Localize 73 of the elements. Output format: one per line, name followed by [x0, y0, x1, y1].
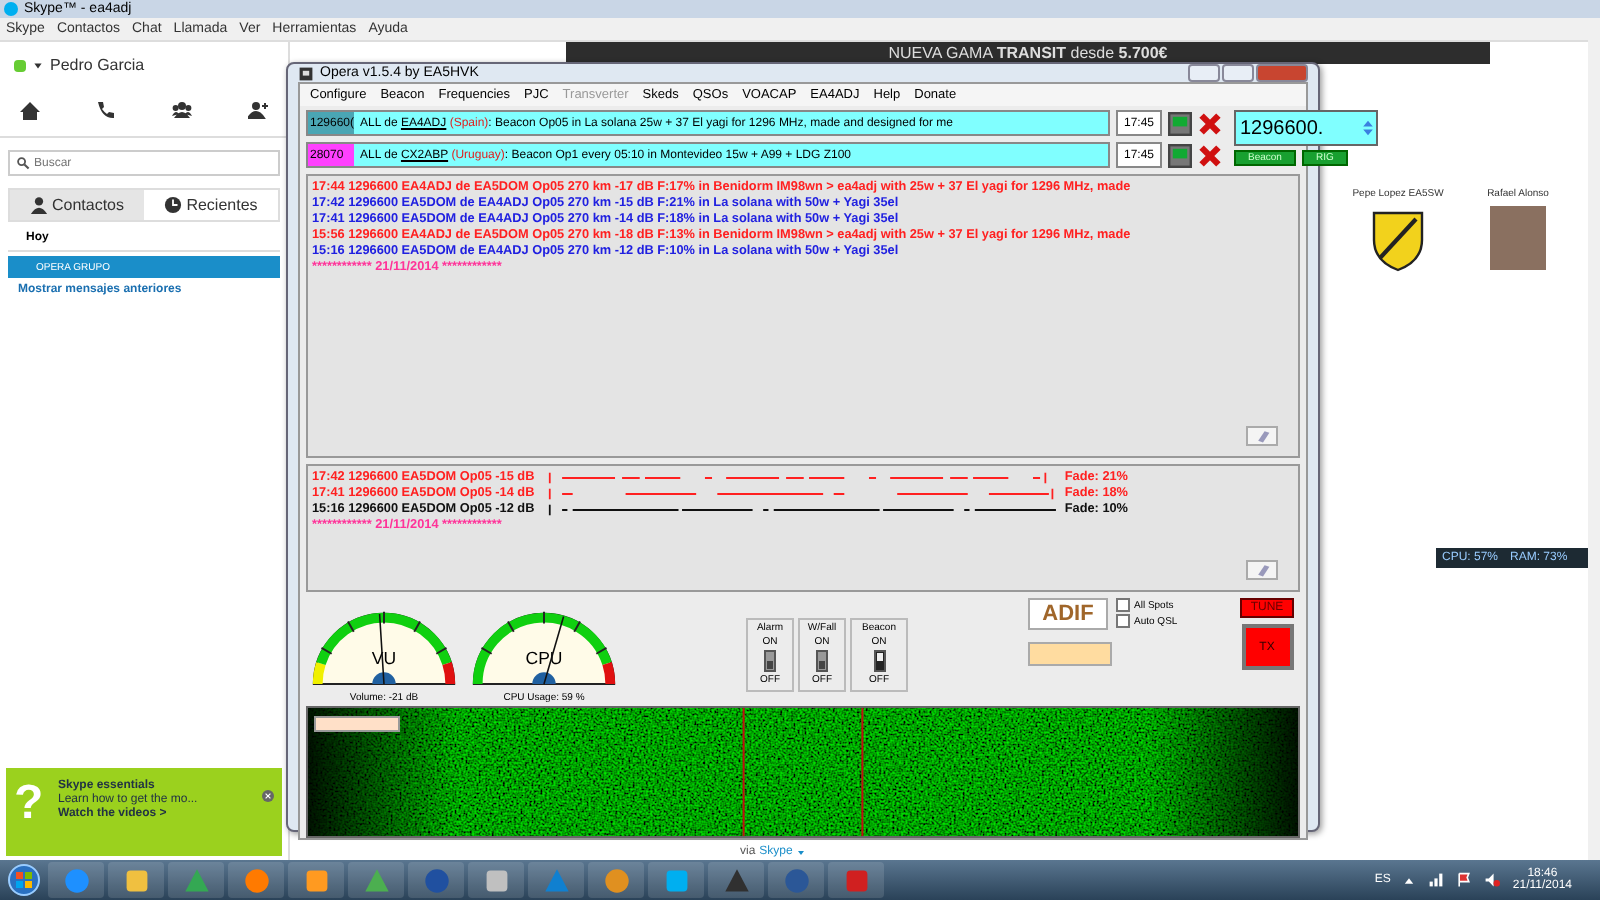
- taskbar-button[interactable]: [348, 862, 404, 898]
- taskbar-button[interactable]: [468, 862, 524, 898]
- minimize-button[interactable]: [1188, 64, 1220, 82]
- triangle-icon: [363, 867, 389, 893]
- taskbar-button[interactable]: [768, 862, 824, 898]
- taskbar-button[interactable]: [648, 862, 704, 898]
- arrow-up-icon: [1402, 873, 1417, 887]
- add-person-icon: [248, 100, 268, 120]
- speaker-icon: [1484, 872, 1501, 888]
- photo-placeholder: [1490, 206, 1546, 270]
- toggle-switch[interactable]: [816, 650, 828, 672]
- start-button[interactable]: [4, 862, 44, 898]
- ad-banner[interactable]: NUEVA GAMA TRANSIT desde 5.700€: [566, 42, 1490, 64]
- home-icon: [20, 100, 40, 120]
- triangle-icon: [723, 867, 749, 893]
- skype-logo-icon: [4, 2, 18, 16]
- gauge-dial-drawing: [472, 610, 616, 685]
- toggle-switch[interactable]: [873, 650, 885, 672]
- profile-name[interactable]: Pedro Garcia: [50, 56, 145, 74]
- taskbar-button[interactable]: [288, 862, 344, 898]
- delete-icon: [1198, 143, 1222, 167]
- square-icon: [123, 867, 149, 893]
- maximize-button[interactable]: [1222, 64, 1254, 82]
- group-icon: [172, 100, 192, 120]
- square-icon: [483, 867, 509, 893]
- clear-button[interactable]: [1246, 560, 1278, 580]
- eraser-icon: [1253, 562, 1271, 578]
- circle-icon: [783, 867, 809, 893]
- taskbar-button[interactable]: [408, 862, 464, 898]
- checkbox[interactable]: [1116, 598, 1130, 612]
- clock-icon: [164, 196, 183, 214]
- close-button[interactable]: [1256, 64, 1308, 82]
- gauge-dial-drawing: [312, 610, 456, 685]
- circle-icon: [63, 867, 89, 893]
- flag-icon: [1456, 872, 1473, 888]
- triangle-icon: [183, 867, 209, 893]
- taskbar-button[interactable]: [588, 862, 644, 898]
- close-icon: [262, 790, 274, 802]
- shield-icon: [1368, 206, 1428, 274]
- checkbox[interactable]: [1116, 614, 1130, 628]
- adif-button[interactable]: ADIF: [1028, 598, 1108, 630]
- frequency-display[interactable]: 1296600.: [1234, 110, 1378, 146]
- square-icon: [663, 867, 689, 893]
- delete-icon: [1198, 111, 1222, 135]
- taskbar-button[interactable]: [528, 862, 584, 898]
- input-field[interactable]: [1028, 642, 1112, 666]
- triangle-icon: [543, 867, 569, 893]
- circle-icon: [423, 867, 449, 893]
- taskbar-button[interactable]: [828, 862, 884, 898]
- taskbar-button[interactable]: [228, 862, 284, 898]
- caret-icon: [32, 59, 44, 71]
- taskbar-button[interactable]: [108, 862, 164, 898]
- square-icon: [303, 867, 329, 893]
- status-icon: [14, 59, 26, 71]
- eraser-icon: [1253, 428, 1271, 444]
- signal-bars-icon: [1428, 872, 1445, 888]
- app-icon: [298, 65, 314, 81]
- phone-icon: [96, 100, 116, 120]
- taskbar-button[interactable]: [168, 862, 224, 898]
- question-mark-icon: ?: [14, 776, 46, 848]
- input-field[interactable]: [314, 716, 400, 732]
- clear-button[interactable]: [1246, 426, 1278, 446]
- computer-icon: [1168, 111, 1192, 135]
- taskbar-button[interactable]: [708, 862, 764, 898]
- circle-icon: [603, 867, 629, 893]
- person-icon: [29, 196, 48, 214]
- circle-icon: [243, 867, 269, 893]
- square-icon: [843, 867, 869, 893]
- search-icon: [16, 156, 30, 170]
- tab[interactable]: Contactos: [10, 190, 144, 220]
- toggle-switch[interactable]: [764, 650, 776, 672]
- windows-logo-icon: [8, 864, 40, 896]
- computer-icon: [1168, 143, 1192, 167]
